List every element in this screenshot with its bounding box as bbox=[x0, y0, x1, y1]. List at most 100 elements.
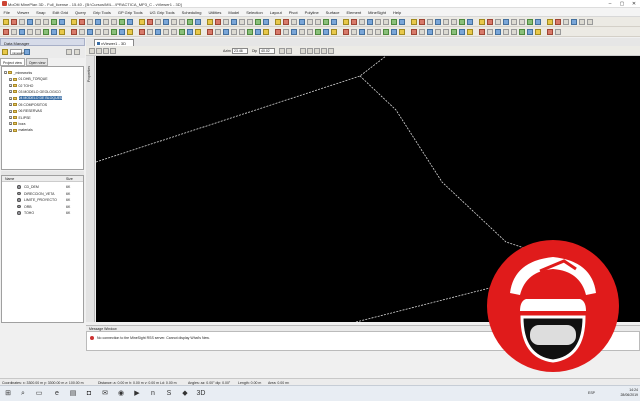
menu-item-help[interactable]: Help bbox=[389, 8, 404, 16]
tb2-tool-icon[interactable] bbox=[291, 29, 297, 35]
tb2-tool-icon[interactable] bbox=[427, 29, 433, 35]
tb1-tool-icon[interactable] bbox=[411, 19, 417, 25]
media-icon[interactable]: ▶ bbox=[132, 389, 142, 399]
tb1-tool-icon[interactable] bbox=[119, 19, 125, 25]
tb1-tool-icon[interactable] bbox=[427, 19, 433, 25]
menu-item-viewer[interactable]: Viewer bbox=[13, 8, 32, 16]
tb2-tool-icon[interactable] bbox=[43, 29, 49, 35]
tb1-tool-icon[interactable] bbox=[535, 19, 541, 25]
tb2-tool-icon[interactable] bbox=[19, 29, 25, 35]
tb1-tool-icon[interactable] bbox=[419, 19, 425, 25]
menu-item-pivot[interactable]: Pivot bbox=[285, 8, 301, 16]
tb2-tool-icon[interactable] bbox=[223, 29, 229, 35]
expand-icon[interactable]: + bbox=[9, 109, 12, 113]
tb1-tool-icon[interactable] bbox=[487, 19, 493, 25]
menu-item-model[interactable]: Model bbox=[225, 8, 243, 16]
menu-item-surface[interactable]: Surface bbox=[322, 8, 343, 16]
tb2-tool-icon[interactable] bbox=[255, 29, 261, 35]
tb1-tool-icon[interactable] bbox=[87, 19, 93, 25]
tb1-tool-icon[interactable] bbox=[291, 19, 297, 25]
tree-item[interactable]: +06 RESERVAS bbox=[9, 108, 42, 114]
tb1-tool-icon[interactable] bbox=[223, 19, 229, 25]
view-plan-icon[interactable] bbox=[96, 48, 102, 54]
language-indicator[interactable]: ESP bbox=[588, 391, 595, 395]
tb1-tool-icon[interactable] bbox=[127, 19, 133, 25]
tree-item[interactable]: +02 TOHO bbox=[9, 83, 33, 89]
tb2-tool-icon[interactable] bbox=[435, 29, 441, 35]
search-input[interactable]: mineworks bbox=[10, 49, 26, 55]
tb1-tool-icon[interactable] bbox=[187, 19, 193, 25]
menu-item-query[interactable]: Query bbox=[72, 8, 90, 16]
tb2-tool-icon[interactable] bbox=[195, 29, 201, 35]
tb1-tool-icon[interactable] bbox=[451, 19, 457, 25]
tb1-tool-icon[interactable] bbox=[519, 19, 525, 25]
tb2-tool-icon[interactable] bbox=[383, 29, 389, 35]
tb1-tool-icon[interactable] bbox=[155, 19, 161, 25]
search-icon[interactable]: ⌕ bbox=[18, 389, 28, 399]
column-name[interactable]: Name bbox=[5, 177, 14, 181]
tree-item[interactable]: + bora bbox=[9, 121, 26, 127]
tb1-tool-icon[interactable] bbox=[79, 19, 85, 25]
tb2-tool-icon[interactable] bbox=[215, 29, 221, 35]
menu-item-element[interactable]: Element bbox=[343, 8, 365, 16]
tb2-tool-icon[interactable] bbox=[399, 29, 405, 35]
tb1-tool-icon[interactable] bbox=[163, 19, 169, 25]
tb2-tool-icon[interactable] bbox=[359, 29, 365, 35]
tb2-tool-icon[interactable] bbox=[391, 29, 397, 35]
tb1-tool-icon[interactable] bbox=[299, 19, 305, 25]
tb2-tool-icon[interactable] bbox=[555, 29, 561, 35]
tb2-tool-icon[interactable] bbox=[155, 29, 161, 35]
tb1-tool-icon[interactable] bbox=[239, 19, 245, 25]
tree-item[interactable]: +03 MODELO GEOLOGICO bbox=[9, 89, 61, 95]
tb1-tool-icon[interactable] bbox=[331, 19, 337, 25]
file-row[interactable]: TOHO 6K bbox=[2, 210, 83, 216]
tb1-tool-icon[interactable] bbox=[207, 19, 213, 25]
store-icon[interactable]: ◘ bbox=[84, 389, 94, 399]
expand-icon[interactable]: + bbox=[9, 103, 12, 107]
zoom-out-icon[interactable] bbox=[307, 48, 313, 54]
tb2-tool-icon[interactable] bbox=[119, 29, 125, 35]
refresh-icon[interactable] bbox=[24, 49, 30, 55]
tb1-tool-icon[interactable] bbox=[435, 19, 441, 25]
tb1-tool-icon[interactable] bbox=[467, 19, 473, 25]
tree-item[interactable]: +01 DHB_TORQUE bbox=[9, 76, 48, 82]
tb1-tool-icon[interactable] bbox=[283, 19, 289, 25]
tb1-tool-icon[interactable] bbox=[359, 19, 365, 25]
folder-icon[interactable] bbox=[2, 49, 8, 55]
tb1-tool-icon[interactable] bbox=[59, 19, 65, 25]
menu-item-edit-grid[interactable]: Edit Grid bbox=[49, 8, 72, 16]
tb1-tool-icon[interactable] bbox=[71, 19, 77, 25]
expand-icon[interactable]: + bbox=[9, 128, 12, 132]
tb2-tool-icon[interactable] bbox=[11, 29, 17, 35]
view-section-icon[interactable] bbox=[103, 48, 109, 54]
tb1-tool-icon[interactable] bbox=[563, 19, 569, 25]
dip-input[interactable]: 40.02 bbox=[259, 47, 275, 54]
tb1-tool-icon[interactable] bbox=[195, 19, 201, 25]
tb2-tool-icon[interactable] bbox=[487, 29, 493, 35]
tb2-tool-icon[interactable] bbox=[187, 29, 193, 35]
tb2-tool-icon[interactable] bbox=[367, 29, 373, 35]
expand-icon[interactable]: + bbox=[9, 90, 12, 94]
azimuth-input[interactable]: 23.46 bbox=[232, 47, 248, 54]
tb2-tool-icon[interactable] bbox=[275, 29, 281, 35]
tb1-tool-icon[interactable] bbox=[95, 19, 101, 25]
tb2-tool-icon[interactable] bbox=[27, 29, 33, 35]
tb1-tool-icon[interactable] bbox=[323, 19, 329, 25]
menu-item-scheduling[interactable]: Scheduling bbox=[178, 8, 205, 16]
tb2-tool-icon[interactable] bbox=[527, 29, 533, 35]
menu-item-file[interactable]: File bbox=[0, 8, 13, 16]
tb1-tool-icon[interactable] bbox=[43, 19, 49, 25]
tb1-tool-icon[interactable] bbox=[343, 19, 349, 25]
tb2-tool-icon[interactable] bbox=[127, 29, 133, 35]
tb2-tool-icon[interactable] bbox=[307, 29, 313, 35]
tb2-tool-icon[interactable] bbox=[171, 29, 177, 35]
expand-icon[interactable]: + bbox=[9, 96, 12, 100]
minimize-button[interactable]: – bbox=[604, 0, 616, 8]
tb1-tool-icon[interactable] bbox=[3, 19, 9, 25]
viewer-tab[interactable]: vViewer1 - 3D bbox=[94, 39, 134, 46]
menu-item-ug-grip-tools[interactable]: UG Grip Tools bbox=[146, 8, 178, 16]
expand-icon[interactable]: + bbox=[9, 77, 12, 81]
tb2-tool-icon[interactable] bbox=[459, 29, 465, 35]
tb1-tool-icon[interactable] bbox=[147, 19, 153, 25]
tree-item[interactable]: +05 COMPOSITOS bbox=[9, 102, 47, 108]
